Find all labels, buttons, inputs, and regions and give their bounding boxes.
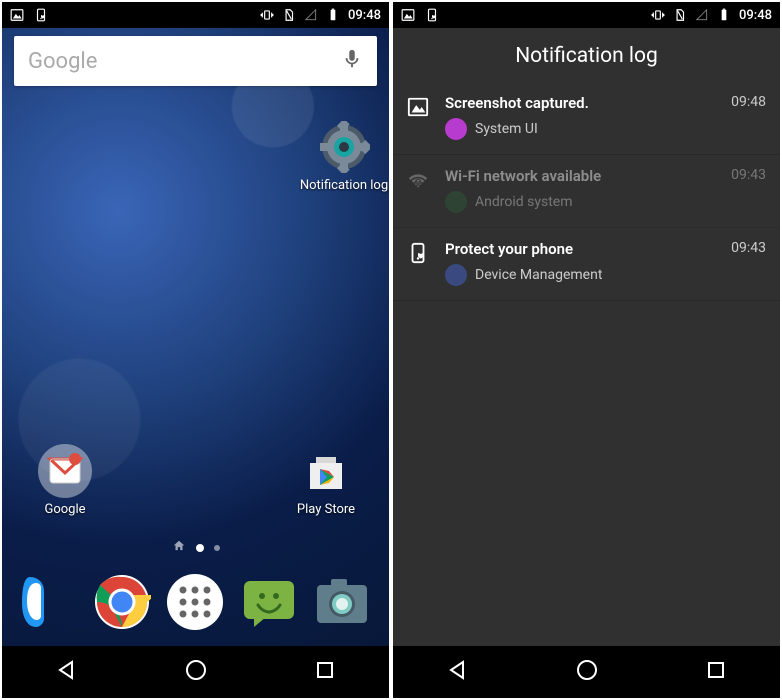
page-title: Notification log (393, 28, 780, 82)
notification-source: Android system (475, 194, 572, 210)
mic-icon[interactable] (341, 48, 363, 74)
recents-button[interactable] (704, 658, 728, 686)
notification-time: 09:48 (731, 94, 766, 110)
phone-app[interactable] (20, 573, 78, 631)
chrome-app[interactable] (93, 573, 151, 631)
page-dot[interactable] (196, 544, 204, 552)
folder-label: Google (20, 502, 110, 517)
phone-shield-icon (425, 8, 439, 22)
notification-time: 09:43 (731, 167, 766, 183)
recents-button[interactable] (313, 658, 337, 686)
wifi-icon (407, 169, 433, 195)
back-button[interactable] (55, 658, 79, 686)
notification-row[interactable]: Wi-Fi network available Android system 09:… (393, 155, 780, 228)
battery-icon (717, 8, 731, 22)
play-store-app[interactable]: Play Store (281, 444, 371, 517)
signal-icon (695, 8, 709, 22)
image-icon (10, 8, 24, 22)
notification-title: Protect your phone (445, 240, 721, 258)
phone-shield-icon (34, 8, 48, 22)
status-clock: 09:48 (348, 8, 381, 23)
status-bar: 09:48 (393, 2, 780, 28)
nav-bar (2, 646, 389, 698)
nav-bar (393, 646, 780, 698)
image-icon (407, 96, 433, 122)
source-icon (445, 264, 467, 286)
google-folder[interactable]: Google (20, 444, 110, 517)
page-dot[interactable] (214, 545, 220, 551)
app-drawer-button[interactable] (166, 573, 224, 631)
dock (2, 558, 389, 646)
camera-app[interactable] (313, 573, 371, 631)
source-icon (445, 191, 467, 213)
phone-shield-icon (407, 242, 433, 268)
home-phone: 09:48 Google Notification log Google Pla… (2, 2, 389, 698)
widget-label: Notification log (299, 178, 389, 193)
notification-list: Screenshot captured. System UI 09:48 Wi-Fi … (393, 82, 780, 301)
messages-app[interactable] (240, 573, 298, 631)
status-bar: 09:48 (2, 2, 389, 28)
notification-row[interactable]: Screenshot captured. System UI 09:48 (393, 82, 780, 155)
notification-source: System UI (475, 121, 538, 137)
notification-title: Wi-Fi network available (445, 167, 721, 185)
notification-time: 09:43 (731, 240, 766, 256)
log-phone: 09:48 Notification log Screenshot captur… (393, 2, 780, 698)
back-button[interactable] (446, 658, 470, 686)
home-button[interactable] (575, 658, 599, 686)
battery-icon (326, 8, 340, 22)
app-label: Play Store (281, 502, 371, 517)
image-icon (401, 8, 415, 22)
notification-source: Device Management (475, 267, 602, 283)
notification-log-widget[interactable]: Notification log (299, 120, 389, 193)
vibrate-icon (260, 8, 274, 22)
search-placeholder: Google (28, 49, 97, 74)
sim-icon (673, 8, 687, 22)
home-button[interactable] (184, 658, 208, 686)
notification-row[interactable]: Protect your phone Device Management 09:43 (393, 228, 780, 301)
vibrate-icon (651, 8, 665, 22)
google-search-bar[interactable]: Google (14, 36, 377, 86)
notification-title: Screenshot captured. (445, 94, 721, 112)
status-clock: 09:48 (739, 8, 772, 23)
source-icon (445, 118, 467, 140)
home-indicator-icon (172, 538, 186, 557)
page-indicator (2, 538, 389, 557)
sim-icon (282, 8, 296, 22)
signal-icon (304, 8, 318, 22)
